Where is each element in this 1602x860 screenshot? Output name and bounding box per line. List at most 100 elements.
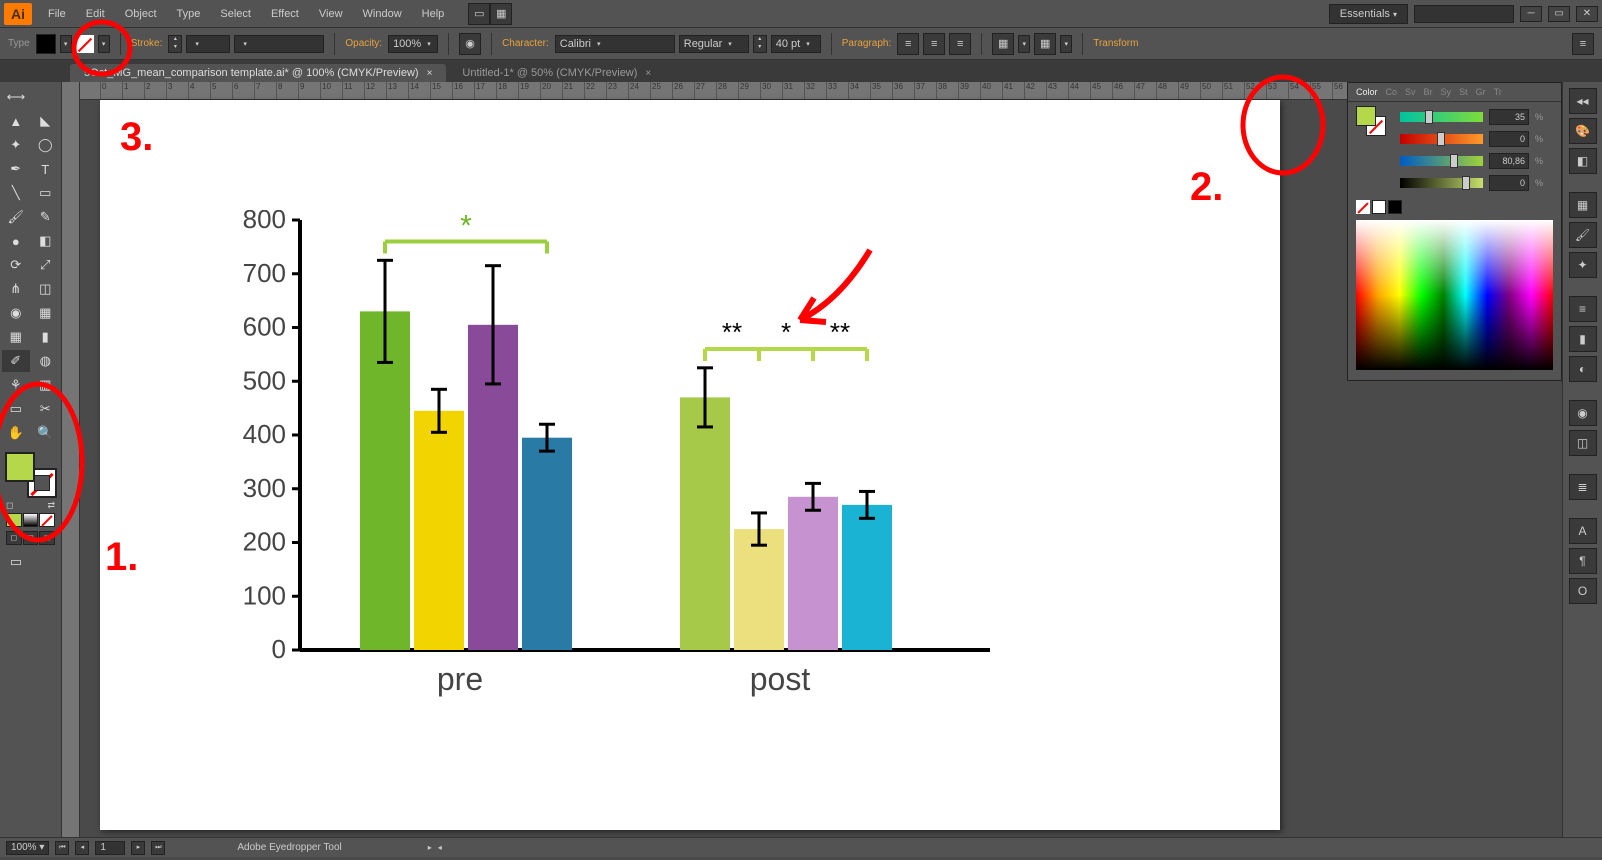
character-panel-icon[interactable]: A [1569,518,1597,544]
slider-value[interactable]: 0 [1489,131,1529,147]
slider-value[interactable]: 0 [1489,175,1529,191]
menu-effect[interactable]: Effect [261,4,309,24]
eraser-tool[interactable]: ◧ [32,230,60,252]
menu-type[interactable]: Type [167,4,211,24]
free-transform-tool[interactable]: ◫ [32,278,60,300]
window-minimize-button[interactable]: ─ [1520,6,1542,22]
slider-track[interactable] [1400,112,1483,122]
brushes-icon[interactable]: 🖌 [1569,222,1597,248]
last-artboard-button[interactable]: ⏭ [151,841,165,855]
help-search-input[interactable] [1414,5,1514,23]
align-dropdown[interactable]: ▾ [1018,35,1030,53]
stroke-panel-icon[interactable]: ≡ [1569,296,1597,322]
layers-icon[interactable]: ≣ [1569,474,1597,500]
opentype-icon[interactable]: O [1569,578,1597,604]
artboard-tool[interactable]: ▭ [2,398,30,420]
width-tool[interactable]: ⋔ [2,278,30,300]
draw-behind-button[interactable]: ◻ [23,531,39,545]
mesh-tool[interactable]: ▦ [2,326,30,348]
canvas-area[interactable]: 0123456789101112131415161718192021222324… [80,82,1562,837]
menu-view[interactable]: View [309,4,353,24]
menu-window[interactable]: Window [353,4,412,24]
tab-toggle[interactable]: ⟷ [2,86,30,108]
menu-object[interactable]: Object [115,4,167,24]
screen-mode-button[interactable]: ▭ [2,551,30,573]
tab-co[interactable]: Co [1386,87,1398,97]
draw-normal-button[interactable]: ◻ [6,531,22,545]
font-family-combo[interactable]: Calibri▾ [555,35,675,53]
panel-expand-icon[interactable]: ◂◂ [1569,88,1597,114]
appearance-icon[interactable]: ◉ [1569,400,1597,426]
brush-combo[interactable]: ▾ [234,35,324,53]
blend-tool[interactable]: ◍ [32,350,60,372]
tab-close-icon[interactable]: × [427,68,433,79]
draw-inside-button[interactable]: ◻ [39,531,55,545]
stroke-weight-stepper[interactable]: ▴▾ [168,35,182,53]
slider-track[interactable] [1400,178,1483,188]
slider-value[interactable]: 80,86 [1489,153,1529,169]
blob-brush-tool[interactable]: ● [2,230,30,252]
transform-label[interactable]: Transform [1093,38,1138,49]
paragraph-label[interactable]: Paragraph: [842,38,891,49]
prev-artboard-button[interactable]: ◂ [75,841,89,855]
color-panel[interactable]: Color Co Sv Br Sy St Gr Tr 35%0%80,86%0% [1347,82,1562,381]
stroke-weight-combo[interactable]: ▾ [186,35,230,53]
white-swatch[interactable] [1372,200,1386,214]
stroke-label[interactable]: Stroke: [131,38,163,49]
align-right-button[interactable]: ≡ [949,33,971,55]
transparency-icon[interactable]: ◐ [1569,356,1597,382]
recolor-button[interactable]: ◉ [459,33,481,55]
tab-sv[interactable]: Sv [1405,87,1416,97]
panel-fill-swatch[interactable] [1356,106,1376,126]
menu-edit[interactable]: Edit [76,4,115,24]
lasso-tool[interactable]: ◯ [32,134,60,156]
fill-box[interactable] [5,452,35,482]
fill-swatch[interactable] [36,34,56,54]
menu-select[interactable]: Select [210,4,261,24]
workspace-switcher[interactable]: Essentials ▾ [1329,4,1408,24]
opacity-combo[interactable]: 100%▾ [388,35,438,53]
tab-tr[interactable]: Tr [1494,87,1502,97]
font-style-combo[interactable]: Regular▾ [679,35,749,53]
rectangle-tool[interactable]: ▭ [32,182,60,204]
line-tool[interactable]: ╲ [2,182,30,204]
slice-tool[interactable]: ✂ [32,398,60,420]
menu-file[interactable]: File [38,4,76,24]
tab-gr[interactable]: Gr [1476,87,1486,97]
pencil-tool[interactable]: ✎ [32,206,60,228]
gradient-button[interactable] [23,513,39,527]
character-label[interactable]: Character: [502,38,549,49]
scroll-right-icon[interactable]: ◂ [438,843,442,852]
paintbrush-tool[interactable]: 🖌 [2,206,30,228]
swatches-icon[interactable]: ▦ [1569,192,1597,218]
type-tool[interactable]: T [32,158,60,180]
first-artboard-button[interactable]: ⏮ [55,841,69,855]
slider-track[interactable] [1400,134,1483,144]
zoom-level[interactable]: 100% ▾ [6,841,49,855]
slider-track[interactable] [1400,156,1483,166]
align-objects-button[interactable]: ▦ [992,33,1014,55]
tab-br[interactable]: Br [1424,87,1433,97]
magic-wand-tool[interactable]: ✦ [2,134,30,156]
pen-tool[interactable]: ✒ [2,158,30,180]
color-panel-icon[interactable]: 🎨 [1569,118,1597,144]
graphic-styles-icon[interactable]: ◫ [1569,430,1597,456]
arrange-docs-icon[interactable]: ▦ [490,3,512,25]
direct-selection-tool[interactable]: ◣ [32,110,60,132]
gradient-panel-icon[interactable]: ▮ [1569,326,1597,352]
opacity-label[interactable]: Opacity: [345,38,382,49]
slider-value[interactable]: 35 [1489,109,1529,125]
window-close-button[interactable]: ✕ [1576,6,1598,22]
color-spectrum[interactable] [1356,220,1553,370]
tab-sy[interactable]: Sy [1441,87,1452,97]
align-center-button[interactable]: ≡ [923,33,945,55]
tab-st[interactable]: St [1459,87,1468,97]
tab-close-icon[interactable]: × [645,68,651,79]
gradient-tool[interactable]: ▮ [32,326,60,348]
artboard-number[interactable]: 1 [95,841,125,855]
selection-tool[interactable]: ▲ [2,110,30,132]
hand-tool[interactable]: ✋ [2,422,30,444]
symbol-sprayer-tool[interactable]: ⚘ [2,374,30,396]
zoom-tool[interactable]: 🔍 [32,422,60,444]
transform-panel-button[interactable]: ▦ [1034,33,1056,55]
